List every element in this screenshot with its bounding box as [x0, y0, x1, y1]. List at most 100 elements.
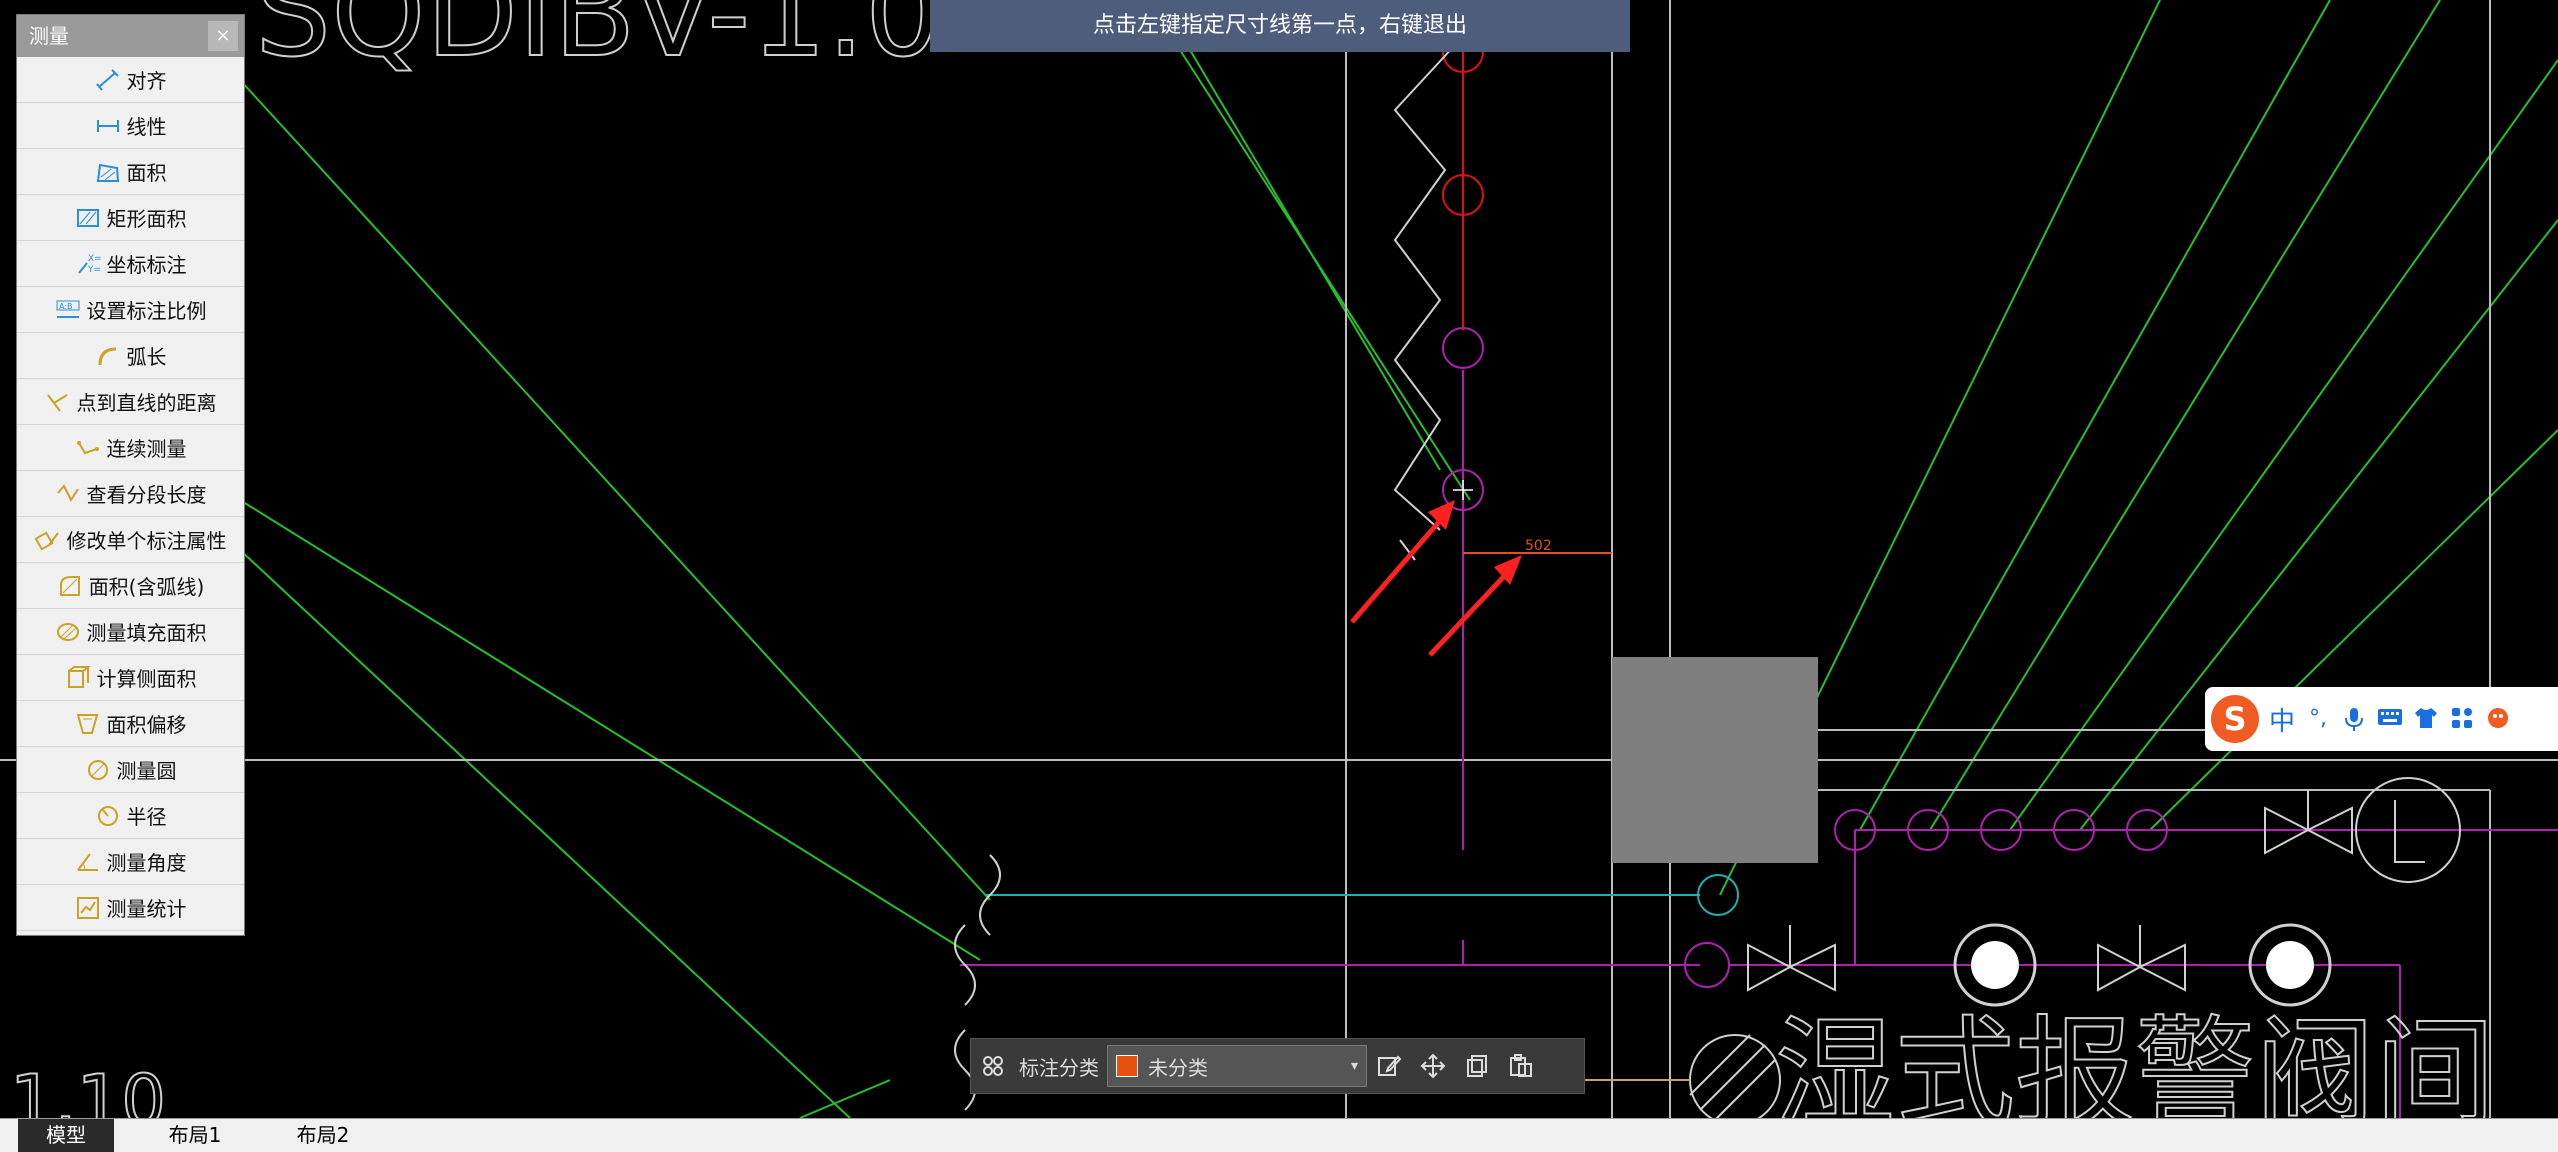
palette-item-label: 点到直线的距离 [76, 391, 217, 415]
palette-item-label: 测量圆 [116, 759, 177, 783]
command-prompt-text: 点击左键指定尺寸线第一点，右键退出 [1092, 13, 1467, 38]
palette-item-label: 计算侧面积 [96, 667, 197, 691]
palette-item-label: 测量填充面积 [86, 621, 207, 645]
move-icon[interactable] [1411, 1044, 1455, 1088]
microphone-icon[interactable] [2341, 706, 2367, 732]
palette-item-arc-length[interactable]: 弧长 [17, 333, 244, 379]
statistics-icon [76, 896, 99, 919]
palette-item-area[interactable]: 面积 [17, 149, 244, 195]
palette-item-label: 线性 [126, 115, 167, 139]
cursor-crosshair [1453, 480, 1473, 500]
paste-icon[interactable] [1499, 1044, 1543, 1088]
annotation-category-value: 未分类 [1148, 1055, 1208, 1080]
palette-item-label: 修改单个标注属性 [66, 529, 227, 553]
palette-item-coordinate[interactable]: X= Y= 坐标标注 [17, 241, 244, 287]
scale-icon: A:B [56, 300, 79, 318]
radius-icon [97, 805, 118, 826]
palette-item-label: 设置标注比例 [86, 299, 207, 323]
svg-text:A:B: A:B [59, 302, 73, 311]
palette-close-button[interactable]: × [208, 21, 238, 51]
point-line-distance-icon [46, 393, 68, 412]
palette-item-label: 矩形面积 [106, 207, 187, 231]
annotation-category-select[interactable]: 未分类 ▾ [1107, 1045, 1367, 1087]
palette-item-side-area[interactable]: 计算侧面积 [17, 655, 244, 701]
palette-item-rect-area[interactable]: 矩形面积 [17, 195, 244, 241]
palette-title: 测量 [29, 24, 69, 48]
arc-length-icon [98, 347, 116, 365]
palette-item-label: 测量统计 [106, 897, 187, 921]
area-offset-icon [76, 713, 98, 734]
hatch-area-icon [56, 622, 79, 641]
tab-layout1[interactable]: 布局1 [140, 1119, 250, 1152]
palette-item-label: 面积偏移 [106, 713, 187, 737]
measure-circle-icon [87, 759, 108, 780]
svg-text:Y=: Y= [87, 265, 101, 275]
palette-item-label: 连续测量 [106, 437, 187, 461]
palette-item-scale[interactable]: A:B 设置标注比例 [17, 287, 244, 333]
palette-item-edit-annotation[interactable]: 修改单个标注属性 [17, 517, 244, 563]
ime-language-toggle[interactable]: 中 [2269, 701, 2295, 738]
palette-item-linear-dimension[interactable]: 线性 [17, 103, 244, 149]
rect-area-icon [76, 208, 99, 227]
palette-item-label: 面积(含弧线) [88, 575, 205, 599]
copy-icon[interactable] [1455, 1044, 1499, 1088]
category-color-swatch [1116, 1055, 1138, 1077]
tab-model[interactable]: 模型 [18, 1119, 114, 1152]
palette-item-label: 查看分段长度 [86, 483, 207, 507]
palette-items: 对齐 线性 面积 矩形面积 X= Y= 坐标标注 A:B 设置标注比例 弧长 点到直线的距离 连续测量… [17, 57, 244, 931]
drawing-canvas[interactable]: SQDIBV-1.0 502 湿式报警阀间 1.10 [0, 0, 2558, 1151]
annotation-toolbar[interactable]: 标注分类 未分类 ▾ [970, 1038, 1585, 1094]
ime-toolbar[interactable]: S 中 °, [2205, 687, 2558, 751]
zigzag-branches [1393, 44, 1456, 561]
ime-punctuation-toggle[interactable]: °, [2305, 706, 2331, 732]
hatched-circle [1689, 1034, 1781, 1126]
edit-icon[interactable] [1367, 1044, 1411, 1088]
palette-item-label: 对齐 [126, 69, 167, 93]
edit-annotation-icon [34, 530, 59, 551]
palette-item-continuous-measure[interactable]: 连续测量 [17, 425, 244, 471]
palette-item-area-offset[interactable]: 面积偏移 [17, 701, 244, 747]
palette-item-angle[interactable]: 测量角度 [17, 839, 244, 885]
measure-palette[interactable]: 测量 × 对齐 线性 面积 矩形面积 X= Y= 坐标标注 A:B 设置标注比例 弧长 点到直线的距… [16, 14, 245, 936]
gray-equipment-block [1612, 657, 1818, 863]
coordinate-icon: X=Y= [77, 254, 101, 275]
palette-item-radius[interactable]: 半径 [17, 793, 244, 839]
apps-grid-icon[interactable] [2449, 706, 2475, 732]
green-lines-left [239, 49, 1471, 1119]
palette-item-label: 半径 [126, 805, 167, 829]
side-area-icon [67, 665, 91, 688]
ime-mascot-icon[interactable] [2485, 706, 2511, 732]
linear-dimension-icon [96, 119, 119, 132]
palette-item-segment-length[interactable]: 查看分段长度 [17, 471, 244, 517]
align-dimension-icon [95, 68, 119, 91]
arc-area-icon [59, 575, 80, 596]
palette-item-point-line-distance[interactable]: 点到直线的距离 [17, 379, 244, 425]
svg-text:X=: X= [88, 254, 101, 264]
red-pipe [1442, 31, 1484, 330]
layout-tabs: 模型 布局1 布局2 [0, 1118, 2558, 1152]
palette-item-arc-area[interactable]: 面积(含弧线) [17, 563, 244, 609]
command-prompt-bar: 点击左键指定尺寸线第一点，右键退出 [930, 0, 1630, 52]
palette-item-align-dimension[interactable]: 对齐 [17, 57, 244, 103]
continuous-measure-icon [76, 440, 99, 454]
tab-layout2[interactable]: 布局2 [268, 1119, 378, 1152]
chevron-down-icon[interactable]: ▾ [1351, 1058, 1358, 1074]
ime-logo-icon[interactable]: S [2211, 695, 2259, 743]
palette-item-label: 测量角度 [106, 851, 187, 875]
annotation-grid-icon[interactable] [971, 1044, 1015, 1088]
palette-item-statistics[interactable]: 测量统计 [17, 885, 244, 931]
angle-icon [76, 852, 98, 871]
palette-item-hatch-area[interactable]: 测量填充面积 [17, 609, 244, 655]
palette-item-measure-circle[interactable]: 测量圆 [17, 747, 244, 793]
annotation-category-label: 标注分类 [1019, 1055, 1099, 1080]
segment-length-icon [56, 483, 79, 502]
skin-shirt-icon[interactable] [2413, 706, 2439, 732]
palette-item-label: 弧长 [126, 345, 167, 369]
palette-title-bar[interactable]: 测量 × [17, 15, 244, 57]
area-icon [96, 163, 119, 182]
dimension-value: 502 [1525, 538, 1552, 554]
palette-item-label: 面积 [126, 161, 167, 185]
palette-item-label: 坐标标注 [106, 253, 187, 277]
red-arrow-annotations [1350, 500, 1522, 657]
keyboard-icon[interactable] [2377, 706, 2403, 732]
